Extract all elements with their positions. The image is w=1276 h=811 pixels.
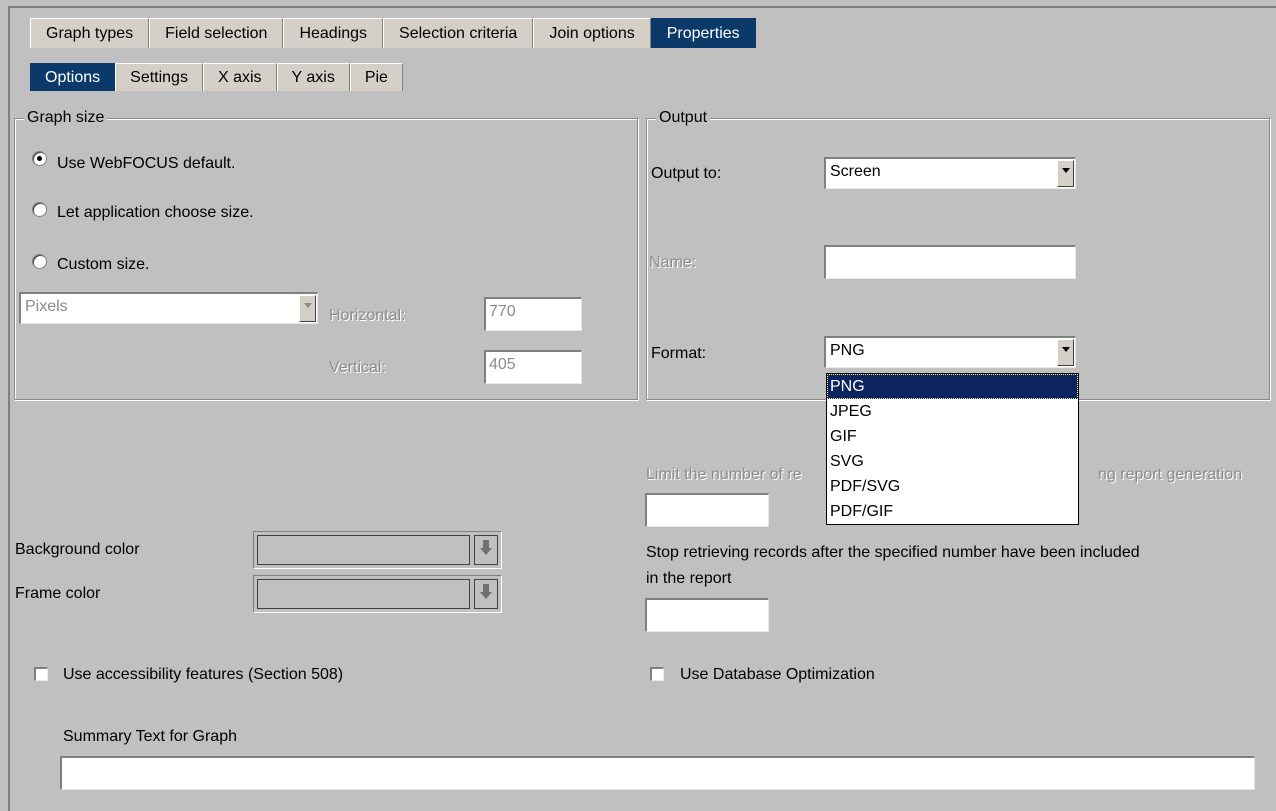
tab-join-options[interactable]: Join options (533, 18, 651, 48)
units-select-value: Pixels (25, 298, 68, 315)
radio-custom-size-label: Custom size. (57, 256, 150, 273)
stop-label-line1: Stop retrieving records after the specif… (646, 544, 1140, 561)
subtab-x-axis[interactable]: X axis (202, 63, 277, 91)
sub-tab-bar: Options Settings X axis Y axis Pie (30, 63, 403, 91)
stop-label-line2: in the report (646, 570, 732, 587)
radio-let-application-choose-label: Let application choose size. (57, 204, 254, 221)
chevron-down-icon (299, 295, 316, 322)
units-select[interactable]: Pixels (19, 292, 318, 324)
radio-selected-dot (37, 156, 42, 161)
summary-input[interactable] (60, 756, 1255, 790)
window-frame-left (8, 6, 10, 811)
main-tab-bar: Graph types Field selection Headings Sel… (30, 18, 756, 48)
output-to-label: Output to: (651, 165, 722, 182)
format-select[interactable]: PNG (824, 336, 1076, 368)
format-option-png[interactable]: PNG (827, 374, 1078, 399)
output-to-select[interactable]: Screen (824, 157, 1076, 189)
format-option-svg[interactable]: SVG (827, 449, 1078, 474)
output-legend: Output (656, 109, 711, 127)
output-to-value: Screen (830, 163, 881, 180)
horizontal-input[interactable]: 770 (484, 297, 582, 331)
frame-color-picker[interactable] (253, 575, 502, 613)
summary-label: Summary Text for Graph (63, 728, 237, 745)
color-dropdown-arrow-icon[interactable] (474, 535, 498, 565)
subtab-pie[interactable]: Pie (349, 63, 403, 91)
background-color-picker[interactable] (253, 531, 502, 569)
format-option-pdf-gif[interactable]: PDF/GIF (827, 499, 1078, 524)
radio-custom-size[interactable] (32, 254, 47, 269)
tab-headings[interactable]: Headings (283, 18, 384, 48)
horizontal-label: Horizontal: (329, 307, 406, 324)
color-dropdown-arrow-icon[interactable] (474, 579, 498, 609)
radio-webfocus-default[interactable] (32, 151, 47, 166)
tab-graph-types[interactable]: Graph types (30, 18, 150, 48)
chevron-down-icon (1057, 339, 1074, 366)
subtab-y-axis[interactable]: Y axis (276, 63, 350, 91)
format-option-pdf-svg[interactable]: PDF/SVG (827, 474, 1078, 499)
db-optimization-label: Use Database Optimization (680, 666, 875, 683)
name-input[interactable] (824, 245, 1076, 279)
tab-selection-criteria[interactable]: Selection criteria (383, 18, 534, 48)
limit-label-right: ng report generation (1098, 466, 1243, 483)
format-label: Format: (651, 345, 707, 362)
window-frame-top (8, 6, 1276, 8)
subtab-options[interactable]: Options (30, 63, 116, 91)
vertical-input[interactable]: 405 (484, 350, 582, 384)
frame-color-label: Frame color (15, 585, 101, 602)
vertical-label: Vertical: (329, 359, 386, 376)
background-color-label: Background color (15, 541, 140, 558)
format-option-jpeg[interactable]: JPEG (827, 399, 1078, 424)
db-optimization-checkbox[interactable] (650, 667, 664, 681)
accessibility-label: Use accessibility features (Section 508) (63, 666, 344, 683)
format-dropdown-list: PNG JPEG GIF SVG PDF/SVG PDF/GIF (826, 373, 1079, 525)
chevron-down-icon (1057, 160, 1074, 187)
radio-let-application-choose[interactable] (32, 202, 47, 217)
radio-webfocus-default-label: Use WebFOCUS default. (57, 155, 236, 172)
accessibility-checkbox[interactable] (34, 667, 48, 681)
name-label: Name: (649, 254, 697, 271)
subtab-settings[interactable]: Settings (115, 63, 203, 91)
stop-input[interactable] (645, 598, 769, 632)
graph-size-legend: Graph size (24, 109, 108, 127)
limit-label-left: Limit the number of re (646, 466, 802, 483)
format-option-gif[interactable]: GIF (827, 424, 1078, 449)
limit-input[interactable] (645, 493, 769, 527)
background-color-swatch (257, 535, 470, 565)
frame-color-swatch (257, 579, 470, 609)
tab-properties[interactable]: Properties (650, 18, 756, 48)
format-value: PNG (830, 342, 865, 359)
tab-field-selection[interactable]: Field selection (149, 18, 284, 48)
